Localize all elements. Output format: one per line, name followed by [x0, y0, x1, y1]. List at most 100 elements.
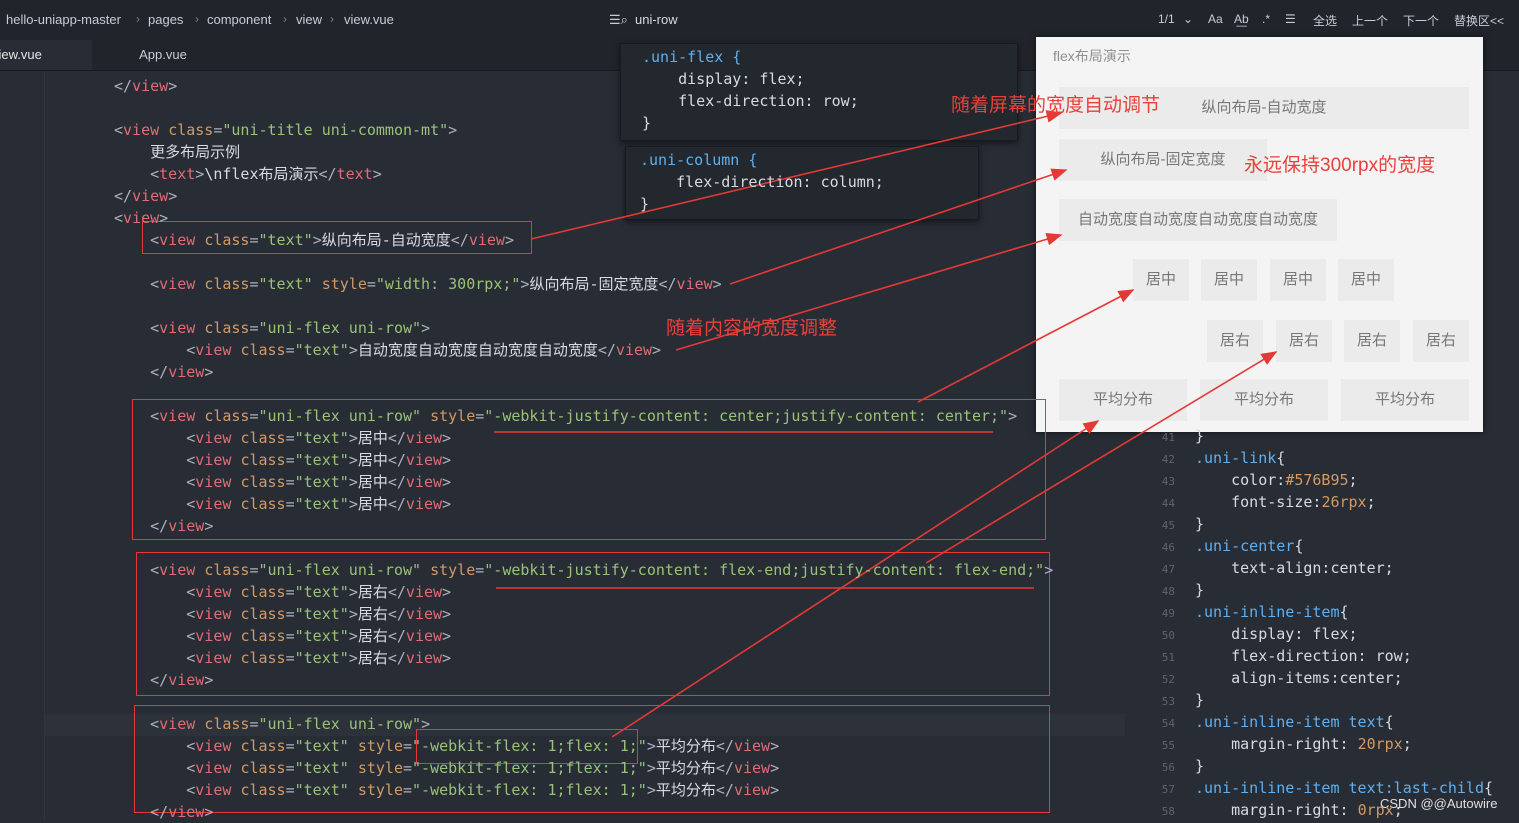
code-line: </view> [114, 669, 213, 691]
code-line: <view class="uni-flex uni-row" style="-w… [114, 559, 1053, 581]
code-token: } [1195, 581, 1205, 599]
line-number: 44 [1161, 497, 1175, 510]
code-line: <view class="text" style="-webkit-flex: … [114, 779, 779, 801]
code-token: = [403, 781, 413, 799]
code-token: </ [715, 781, 734, 799]
code-token: "text" [294, 583, 349, 601]
code-token: < [114, 473, 196, 491]
code-token: 平均分布 [655, 737, 716, 755]
line-number: 49 [1161, 607, 1175, 620]
code-token: > [421, 319, 431, 337]
code-token: .uni-inline-item [1195, 603, 1340, 621]
code-token: "text" [294, 495, 349, 513]
code-token: { [1384, 713, 1394, 731]
code-line: } [1195, 757, 1204, 775]
code-token: ; [1393, 801, 1403, 819]
code-token: = [285, 341, 295, 359]
code-token: "uni-flex uni-row" [258, 561, 431, 579]
code-token: = [285, 583, 295, 601]
code-token: > [348, 473, 358, 491]
code-token: "text" [294, 649, 349, 667]
code-line: </view> [114, 515, 213, 537]
line-number: 54 [1161, 717, 1175, 730]
code-token: ; [1348, 471, 1358, 489]
code-token: > [348, 605, 358, 623]
code-token: > [646, 737, 656, 755]
code-token: class [204, 561, 250, 579]
code-token: > [442, 495, 452, 513]
code-line: margin-right: 0rpx; [1195, 801, 1403, 819]
code-token: </ [658, 275, 677, 293]
code-token: </ [450, 231, 469, 249]
code-token: </ [387, 451, 406, 469]
code-token: view [733, 737, 771, 755]
code-token: > [652, 341, 662, 359]
code-token: = [249, 407, 259, 425]
code-token: < [114, 165, 160, 183]
code-token: view [168, 671, 205, 689]
code-token: > [168, 187, 178, 205]
code-token: "-webkit-justify-content: center;justify… [484, 407, 1009, 425]
code-token: </ [114, 803, 169, 821]
code-token: 自动宽度自动宽度自动宽度自动宽度 [357, 341, 598, 359]
code-token: 纵向布局-固定宽度 [529, 275, 659, 293]
code-token: ; [1366, 493, 1376, 511]
arrow [917, 289, 1135, 403]
code-token: "text" [294, 473, 349, 491]
line-number: 47 [1161, 563, 1175, 576]
code-token: = [249, 275, 259, 293]
code-token: </ [715, 759, 734, 777]
code-token: < [114, 231, 160, 249]
code-token: class [240, 605, 286, 623]
code-token: = [285, 451, 295, 469]
code-token: class [204, 231, 250, 249]
code-token: > [442, 451, 452, 469]
code-token: = [366, 275, 376, 293]
code-line: <view class="uni-flex uni-row" style="-w… [114, 405, 1017, 427]
code-token: > [1044, 561, 1054, 579]
code-token: 平均分布 [655, 759, 716, 777]
code-line: <text>\nflex布局演示</text> [114, 163, 382, 185]
code-token: view [195, 473, 241, 491]
code-token: view [405, 495, 443, 513]
code-token: view [159, 407, 205, 425]
code-token: "text" [294, 341, 349, 359]
line-number: 50 [1161, 629, 1175, 642]
code-token: = [249, 319, 259, 337]
code-line: <view class="text" style="-webkit-flex: … [114, 735, 779, 757]
code-token: class [240, 429, 286, 447]
code-token: "uni-flex uni-row" [258, 407, 431, 425]
code-token: } [1195, 691, 1205, 709]
code-line: .uni-link{ [1195, 449, 1285, 467]
code-line: .uni-inline-item text:last-child{ [1195, 779, 1493, 797]
peek-code-line: .uni-column { [640, 151, 758, 169]
code-line: <view class="text" style="-webkit-flex: … [114, 757, 779, 779]
code-token: = [285, 627, 295, 645]
code-token: style [321, 275, 367, 293]
code-token: 居右 [357, 649, 388, 667]
code-line: </view> [114, 801, 213, 823]
code-token: view [159, 561, 205, 579]
code-token: 居右 [357, 583, 388, 601]
code-token: </ [114, 77, 133, 95]
code-token: < [114, 341, 196, 359]
code-token: </ [114, 517, 169, 535]
code-token: = [403, 737, 413, 755]
code-token: view [168, 363, 205, 381]
code-token: view [405, 649, 443, 667]
code-token: "uni-flex uni-row" [258, 715, 422, 733]
code-line: .uni-inline-item{ [1195, 603, 1349, 621]
code-token: </ [715, 737, 734, 755]
peek-code-line: } [642, 114, 652, 132]
line-number: 58 [1161, 805, 1175, 818]
code-token: </ [114, 187, 133, 205]
code-token: view [405, 605, 443, 623]
code-token: = [285, 605, 295, 623]
code-token: } [1195, 427, 1205, 445]
code-token: </ [387, 649, 406, 667]
code-token: </ [114, 363, 169, 381]
code-line: <view> [114, 207, 168, 229]
code-token: class [240, 737, 286, 755]
code-token: </ [387, 605, 406, 623]
code-token: "width: 300rpx;" [375, 275, 521, 293]
